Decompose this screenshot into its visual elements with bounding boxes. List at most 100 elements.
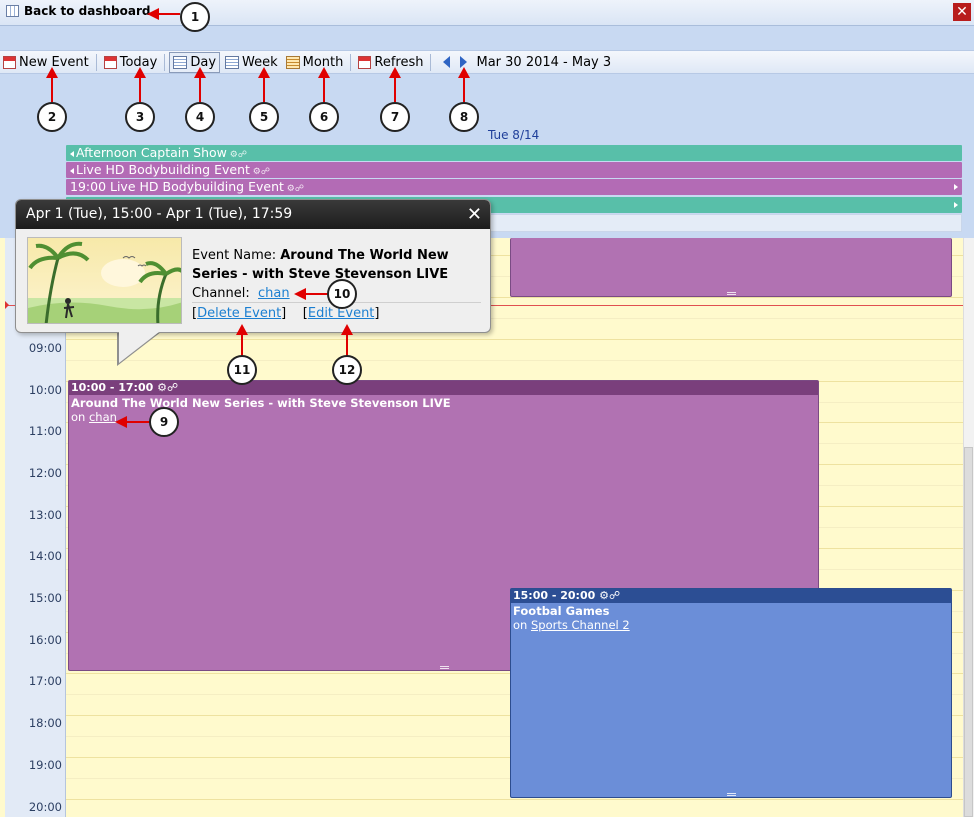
scrollbar-thumb[interactable] <box>964 447 973 817</box>
delete-event-link[interactable]: Delete Event <box>197 306 281 321</box>
annotation-badge: 9 <box>149 407 179 437</box>
calendar-icon <box>6 5 19 17</box>
event-on-label: on <box>513 618 528 632</box>
annotation-arrowhead <box>318 67 330 78</box>
annotation-arrowhead <box>236 324 248 335</box>
annotation-arrow <box>139 76 141 102</box>
popup-tail-fill <box>119 332 159 363</box>
current-time-marker-icon <box>5 301 9 309</box>
event-time: 10:00 - 17:00 <box>71 381 154 394</box>
popup-event-name: Event Name: Around The World New Series … <box>192 246 484 284</box>
annotation-badge: 7 <box>380 102 410 132</box>
hour-label: 09:00 <box>28 341 62 355</box>
event-name-label: Event Name: <box>192 248 281 263</box>
annotation-arrow <box>463 76 465 102</box>
week-view-button[interactable]: Week <box>222 52 281 73</box>
week-view-icon <box>225 55 240 69</box>
annotation-arrow <box>158 13 180 15</box>
all-day-event[interactable]: Afternoon Captain Show ⚙☍ <box>66 145 962 161</box>
event-channel-link[interactable]: chan <box>89 410 117 424</box>
hour-label: 19:00 <box>28 758 62 772</box>
annotation-arrowhead <box>147 8 159 20</box>
annotation-badge: 5 <box>249 102 279 132</box>
event-time-header: 15:00 - 20:00 ⚙☍ <box>511 589 951 603</box>
event-flags-icon: ⚙☍ <box>226 150 247 160</box>
hour-label: 17:00 <box>28 674 62 688</box>
event-flags-icon: ⚙☍ <box>157 381 179 394</box>
month-view-button[interactable]: Month <box>283 52 347 73</box>
event-flags-icon: ⚙☍ <box>283 184 304 194</box>
event-channel-link[interactable]: Sports Channel 2 <box>531 618 630 632</box>
event-flags-icon: ⚙☍ <box>599 589 621 602</box>
today-button[interactable]: Today <box>101 52 161 73</box>
hour-line <box>66 339 964 340</box>
channel-label: Channel: <box>192 286 250 301</box>
annotation-arrowhead <box>389 67 401 78</box>
event-time: 15:00 - 20:00 <box>513 589 596 602</box>
toolbar-divider <box>350 53 352 71</box>
popup-channel-link[interactable]: chan <box>258 286 290 301</box>
date-range-label: Mar 30 2014 - May 3 <box>476 54 612 70</box>
event-channel-line: on chan <box>69 410 818 424</box>
back-to-dashboard-label: Back to dashboard <box>24 4 151 18</box>
annotation-arrowhead <box>134 67 146 78</box>
toolbar-divider <box>430 53 432 71</box>
annotation-badge: 2 <box>37 102 67 132</box>
annotation-arrowhead <box>194 67 206 78</box>
all-day-event-label: 19:00 Live HD Bodybuilding Event <box>70 179 284 194</box>
annotation-badge: 3 <box>125 102 155 132</box>
event-flags-icon: ⚙☍ <box>249 167 270 177</box>
hour-label: 18:00 <box>28 716 62 730</box>
annotation-badge: 1 <box>180 2 210 32</box>
hour-line <box>66 799 964 800</box>
annotation-arrow <box>305 293 329 295</box>
resize-handle-icon[interactable] <box>439 666 449 669</box>
annotation-arrow <box>323 76 325 102</box>
continues-left-icon <box>70 167 74 174</box>
all-day-event-label: Afternoon Captain Show <box>76 145 227 160</box>
back-to-dashboard-link[interactable]: Back to dashboard <box>6 4 151 18</box>
resize-handle-icon[interactable] <box>727 793 736 796</box>
event-thumbnail-image <box>27 237 182 324</box>
annotation-badge: 8 <box>449 102 479 132</box>
hour-label: 14:00 <box>28 549 62 563</box>
event-title: Around The World New Series - with Steve… <box>71 396 451 410</box>
annotation-arrowhead <box>294 288 306 300</box>
annotation-arrow <box>346 334 348 356</box>
annotation-arrow <box>126 421 150 423</box>
annotation-arrowhead <box>46 67 58 78</box>
refresh-icon <box>358 55 372 69</box>
day-view-icon <box>173 55 188 69</box>
top-spacer <box>0 26 974 50</box>
resize-handle-icon[interactable] <box>727 292 736 295</box>
hour-label: 16:00 <box>28 633 62 647</box>
annotation-arrow <box>241 334 243 356</box>
all-day-event-label: Live HD Bodybuilding Event <box>76 162 250 177</box>
annotation-badge: 10 <box>327 279 357 309</box>
event-title: Footbal Games <box>513 604 610 618</box>
all-day-event[interactable]: Live HD Bodybuilding Event ⚙☍ <box>66 162 962 178</box>
previous-period-arrow-icon[interactable] <box>443 56 451 68</box>
hour-label: 11:00 <box>28 424 62 438</box>
annotation-arrow <box>51 76 53 102</box>
today-icon <box>103 55 117 69</box>
annotation-badge: 12 <box>332 355 362 385</box>
hour-label: 13:00 <box>28 508 62 522</box>
popup-header: Apr 1 (Tue), 15:00 - Apr 1 (Tue), 17:59 … <box>16 200 490 229</box>
day-column-header[interactable]: Tue 8/14 <box>488 128 539 142</box>
hour-label: 10:00 <box>28 383 62 397</box>
event-block[interactable] <box>510 238 952 297</box>
event-block-football-games[interactable]: 15:00 - 20:00 ⚙☍ Footbal Games on Sports… <box>510 588 952 798</box>
hour-label: 20:00 <box>28 800 62 814</box>
half-hour-line <box>66 360 964 361</box>
continues-right-icon <box>954 202 958 208</box>
annotation-arrow <box>199 76 201 102</box>
close-window-button[interactable]: ✕ <box>953 3 971 21</box>
event-on-label: on <box>71 410 86 424</box>
popup-close-icon[interactable]: ✕ <box>467 200 482 229</box>
annotation-badge: 11 <box>227 355 257 385</box>
all-day-event[interactable]: 19:00 Live HD Bodybuilding Event ⚙☍ <box>66 179 962 195</box>
continues-left-icon <box>70 150 74 157</box>
annotation-arrow <box>263 76 265 102</box>
event-time-header: 10:00 - 17:00 ⚙☍ <box>69 381 818 395</box>
